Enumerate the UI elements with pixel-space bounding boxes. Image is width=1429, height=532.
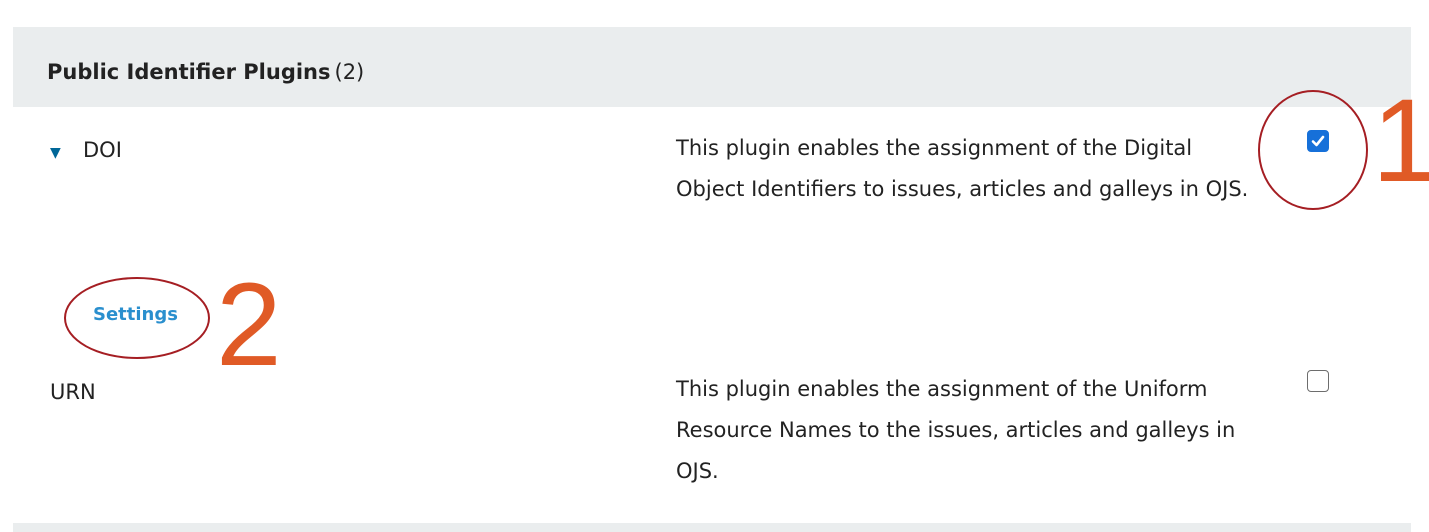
annotation-circle-2 [64,277,210,359]
panel-title-text: Public Identifier Plugins [47,60,331,84]
annotation-circle-1 [1258,90,1368,210]
plugin-name-doi: DOI [83,138,122,162]
panel-title: Public Identifier Plugins (2) [47,59,364,85]
annotation-number-2: 2 [216,259,282,391]
annotation-number-1: 1 [1372,75,1429,207]
urn-enable-checkbox[interactable] [1307,370,1329,392]
panel-header: Public Identifier Plugins (2) [13,27,1411,107]
plugin-description-doi: This plugin enables the assignment of th… [676,136,1249,201]
plugin-name-urn: URN [50,380,96,404]
panel-title-count: (2) [334,60,365,84]
panel-footer [13,523,1411,532]
plugin-description-urn: This plugin enables the assignment of th… [676,377,1236,483]
triangle-down-icon[interactable]: ▼ [50,143,61,163]
